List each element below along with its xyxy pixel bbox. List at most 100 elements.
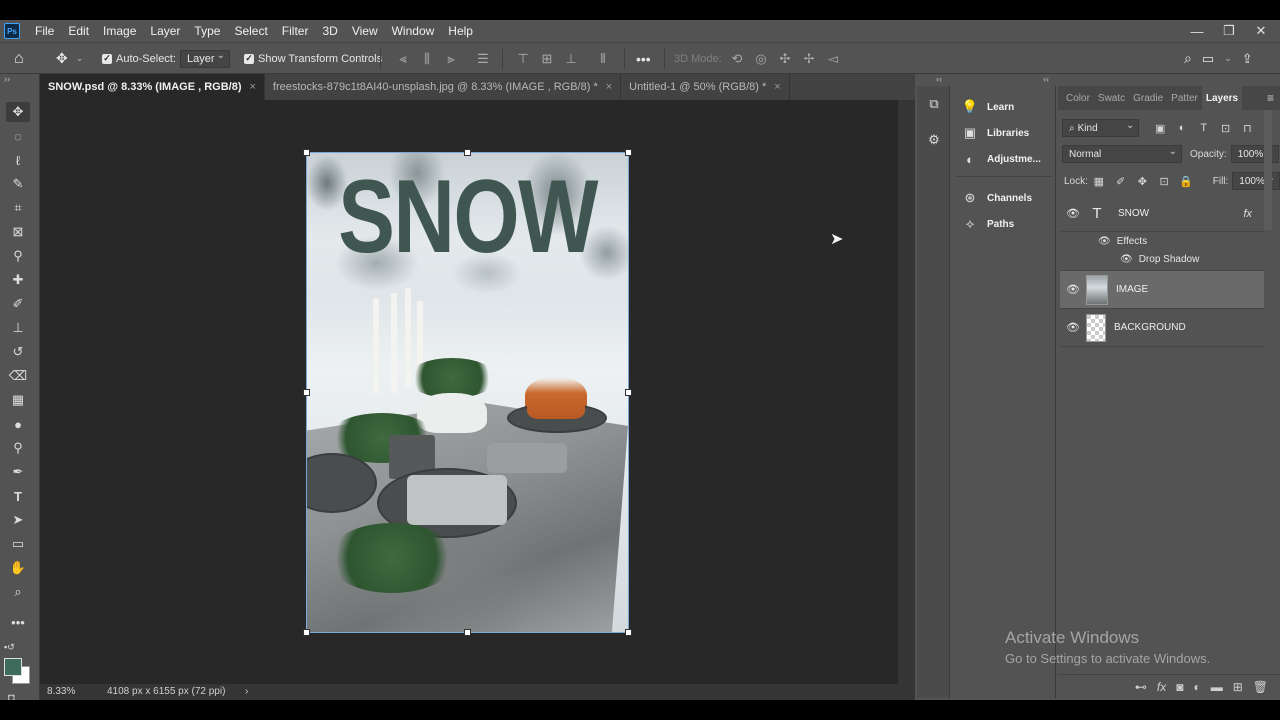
eyedropper-tool-icon[interactable]: ⚲ — [6, 246, 30, 266]
align-middle-icon[interactable]: ⊞ — [538, 51, 556, 67]
layer-row-background[interactable]: 👁 BACKGROUND — [1060, 309, 1264, 347]
collapse-icon[interactable]: ‹‹ — [1043, 74, 1049, 84]
history-brush-tool-icon[interactable]: ↺ — [6, 342, 30, 362]
visibility-eye-icon[interactable]: 👁 — [1060, 283, 1086, 296]
document-image[interactable]: SNOW — [307, 153, 628, 632]
menu-view[interactable]: View — [345, 24, 385, 38]
menu-layer[interactable]: Layer — [143, 24, 187, 38]
zoom-level[interactable]: 8.33% — [47, 686, 75, 697]
align-center-icon[interactable]: ⫼ — [418, 51, 436, 67]
gradient-tool-icon[interactable]: ▦ — [6, 390, 30, 410]
close-button[interactable]: ✕ — [1252, 23, 1270, 39]
3d-orbit-icon[interactable]: ⟲ — [728, 51, 746, 67]
lock-all-icon[interactable]: 🔒 — [1175, 175, 1197, 188]
foreground-color-swatch[interactable] — [4, 658, 22, 676]
history-panel-icon[interactable]: ⧉ — [924, 96, 944, 116]
3d-roll-icon[interactable]: ◎ — [752, 51, 770, 67]
menu-help[interactable]: Help — [441, 24, 480, 38]
tab-layers[interactable]: Layers — [1201, 86, 1243, 110]
menu-filter[interactable]: Filter — [275, 24, 316, 38]
filter-smart-object-icon[interactable]: ⊓ — [1236, 122, 1258, 135]
close-icon[interactable]: × — [249, 81, 255, 93]
filter-pixel-icon[interactable]: ▣ — [1149, 122, 1171, 135]
menu-image[interactable]: Image — [96, 24, 143, 38]
tab-freestocks-jpg[interactable]: freestocks-879c1t8AI40-unsplash.jpg @ 8.… — [265, 74, 622, 100]
zoom-tool-icon[interactable]: ⌕ — [6, 582, 30, 602]
fill-field[interactable]: 100% — [1232, 172, 1280, 190]
panel-menu-icon[interactable]: ≡ — [1267, 91, 1274, 105]
add-layer-style-icon[interactable]: fx — [1157, 680, 1166, 694]
filter-type-icon[interactable]: T — [1193, 122, 1215, 134]
visibility-eye-icon[interactable]: 👁 — [1120, 254, 1133, 265]
menu-type[interactable]: Type — [187, 24, 227, 38]
layer-fx-icon[interactable]: fx — [1243, 208, 1252, 220]
frame-tool-icon[interactable]: ⊠ — [6, 222, 30, 242]
auto-select-target-dropdown[interactable]: Layer — [180, 43, 230, 74]
blur-tool-icon[interactable]: ● — [6, 414, 30, 434]
align-top-icon[interactable]: ⊤ — [514, 51, 532, 67]
workspace-icon[interactable]: ▭ — [1202, 51, 1214, 67]
healing-brush-tool-icon[interactable]: ✚ — [6, 270, 30, 290]
align-bottom-icon[interactable]: ⊥ — [562, 51, 580, 67]
menu-window[interactable]: Window — [385, 24, 442, 38]
marquee-tool-icon[interactable]: ◌ — [6, 126, 30, 146]
clone-stamp-tool-icon[interactable]: ⊥ — [6, 318, 30, 338]
visibility-eye-icon[interactable]: 👁 — [1060, 207, 1086, 220]
move-tool-icon[interactable]: ✥ — [6, 102, 30, 122]
more-options-icon[interactable]: ••• — [636, 43, 651, 74]
lock-pixels-icon[interactable]: ✐ — [1110, 175, 1132, 188]
edit-toolbar-icon[interactable]: ••• — [6, 612, 30, 632]
search-icon[interactable]: ⌕ — [1184, 50, 1192, 67]
tab-patterns[interactable]: Patter — [1167, 86, 1202, 110]
adjustments-panel-item[interactable]: ◐ Adjustme... — [952, 146, 1056, 172]
minimize-button[interactable]: — — [1188, 24, 1206, 39]
collapse-icon[interactable]: ›› — [4, 74, 10, 84]
drop-shadow-row[interactable]: 👁 Drop Shadow — [1120, 254, 1199, 265]
tab-untitled-1[interactable]: Untitled-1 @ 50% (RGB/8) * × — [621, 74, 790, 100]
blend-mode-dropdown[interactable]: Normal — [1062, 145, 1182, 163]
filter-kind-dropdown[interactable]: ⌕ Kind — [1062, 119, 1140, 137]
delete-layer-icon[interactable]: 🗑 — [1253, 680, 1268, 694]
menu-file[interactable]: File — [28, 24, 61, 38]
menu-edit[interactable]: Edit — [61, 24, 96, 38]
filter-shape-icon[interactable]: ⊡ — [1215, 122, 1237, 135]
libraries-panel-item[interactable]: ▣ Libraries — [952, 120, 1056, 146]
rectangle-tool-icon[interactable]: ▭ — [6, 534, 30, 554]
type-tool-icon[interactable]: T — [6, 486, 30, 506]
tab-snow-psd[interactable]: SNOW.psd @ 8.33% (IMAGE , RGB/8) × — [40, 74, 265, 100]
tab-color[interactable]: Color — [1062, 86, 1094, 110]
layer-row-snow[interactable]: 👁 T SNOW fx — [1060, 196, 1264, 232]
brush-tool-icon[interactable]: ✐ — [6, 294, 30, 314]
menu-select[interactable]: Select — [227, 24, 274, 38]
photoshop-logo[interactable]: Ps — [4, 23, 20, 39]
tab-swatches[interactable]: Swatc — [1094, 86, 1129, 110]
path-selection-tool-icon[interactable]: ➤ — [6, 510, 30, 530]
layers-scrollbar[interactable] — [1264, 110, 1272, 230]
filter-adjustment-icon[interactable]: ◐ — [1171, 122, 1193, 134]
tab-gradients[interactable]: Gradie — [1129, 86, 1167, 110]
link-layers-icon[interactable]: ⊷ — [1135, 680, 1147, 694]
layer-row-image[interactable]: 👁 IMAGE — [1060, 271, 1264, 309]
add-mask-icon[interactable]: ◙ — [1176, 680, 1183, 694]
crop-tool-icon[interactable]: ⌗ — [6, 198, 30, 218]
paths-panel-item[interactable]: ⟡ Paths — [952, 211, 1056, 237]
collapse-icon[interactable]: ‹‹ — [936, 74, 942, 84]
eraser-tool-icon[interactable]: ⌫ — [6, 366, 30, 386]
hand-tool-icon[interactable]: ✋ — [6, 558, 30, 578]
auto-select-checkbox[interactable]: ✓ Auto-Select: — [102, 43, 176, 74]
show-transform-checkbox[interactable]: ✓ Show Transform Controls — [244, 43, 382, 74]
dodge-tool-icon[interactable]: ⚲ — [6, 438, 30, 458]
default-colors-icon[interactable]: ▪↺ — [4, 642, 15, 653]
align-left-icon[interactable]: ⫷ — [394, 51, 412, 67]
vertical-scrollbar[interactable] — [898, 100, 915, 684]
new-layer-icon[interactable]: ⊞ — [1233, 680, 1243, 694]
new-adjustment-layer-icon[interactable]: ◐ — [1193, 680, 1200, 694]
lock-transparent-icon[interactable]: ▦ — [1088, 175, 1110, 188]
pen-tool-icon[interactable]: ✒ — [6, 462, 30, 482]
visibility-eye-icon[interactable]: 👁 — [1060, 321, 1086, 334]
quick-select-tool-icon[interactable]: ✎ — [6, 174, 30, 194]
learn-panel-item[interactable]: 💡 Learn — [952, 94, 1056, 120]
close-icon[interactable]: × — [774, 81, 780, 93]
channels-panel-item[interactable]: ⊛ Channels — [952, 185, 1056, 211]
distribute-vertical-icon[interactable]: ☰ — [474, 51, 492, 67]
